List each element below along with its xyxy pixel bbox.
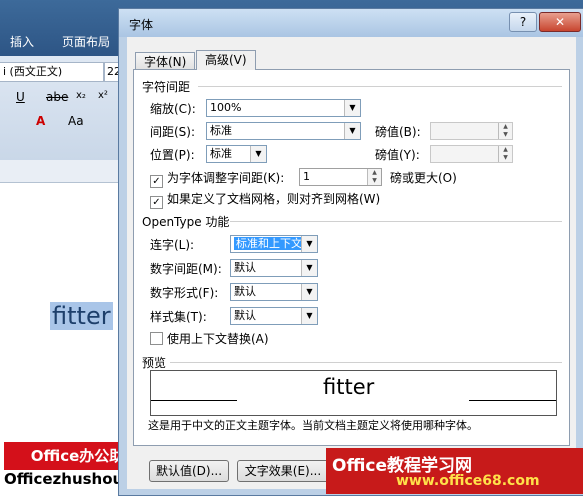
text-effects-button[interactable]: 文字效果(E)... [237,460,329,482]
section-character-spacing: 字符间距 [142,80,191,94]
kerning-spinner[interactable]: 1 ▲ ▼ [299,168,382,186]
ligatures-value: 标准和上下文 [234,237,304,250]
position-by-spinner[interactable]: ▲ ▼ [430,145,513,163]
position-by-label: 磅值(Y): [375,148,420,162]
preview-baseline-left [151,400,237,401]
spin-arrows-icon[interactable]: ▲ ▼ [498,123,512,139]
set-default-button[interactable]: 默认值(D)... [149,460,229,482]
close-button[interactable]: ✕ [539,12,581,32]
tab-font[interactable]: 字体(N) [135,52,196,70]
contextual-alternates-checkbox[interactable]: 使用上下文替换(A) [150,330,269,347]
watermark-url: www.office68.com [396,473,540,489]
position-label: 位置(P): [150,148,195,162]
divider [198,86,562,87]
watermark-banner: Office教程学习网 www.office68.com [326,448,583,494]
ribbon-tab-page-layout[interactable]: 页面布局 [62,33,110,50]
spacing-value: 标准 [210,124,232,137]
chevron-down-icon: ▼ [301,284,317,300]
stylistic-sets-label: 样式集(T): [150,310,207,324]
snap-to-grid-checkbox[interactable]: ✓ 如果定义了文档网格，则对齐到网格(W) [150,190,380,209]
help-button[interactable]: ? [509,12,537,32]
number-forms-value: 默认 [234,285,256,298]
contextual-alternates-label: 使用上下文替换(A) [167,332,269,346]
preview-sample: fitter [323,375,375,399]
stylistic-sets-combo[interactable]: 默认 ▼ [230,307,318,325]
spacing-combo[interactable]: 标准 ▼ [206,122,361,140]
section-preview: 预览 [142,356,167,370]
checkbox-icon[interactable] [150,332,163,345]
position-value: 标准 [210,147,232,160]
number-forms-combo[interactable]: 默认 ▼ [230,283,318,301]
checkmark-icon[interactable]: ✓ [150,196,163,209]
chevron-down-icon: ▼ [301,260,317,276]
number-spacing-label: 数字间距(M): [150,262,222,276]
stylistic-sets-value: 默认 [234,309,256,322]
chevron-down-icon: ▼ [301,308,317,324]
position-combo[interactable]: 标准 ▼ [206,145,267,163]
kerning-checkbox[interactable]: ✓ 为字体调整字间距(K): [150,169,284,188]
tab-advanced[interactable]: 高级(V) [196,50,256,70]
spacing-by-spinner[interactable]: ▲ ▼ [430,122,513,140]
dialog-client: 字体(N) 高级(V) 字符间距 缩放(C): 100% ▼ 间距(S): 标准… [127,37,576,489]
underline-button[interactable]: U [16,90,25,104]
dialog-title: 字体 [129,18,154,32]
number-spacing-combo[interactable]: 默认 ▼ [230,259,318,277]
font-name-box[interactable]: i (西文正文) [0,62,104,82]
preview-box: fitter [150,370,557,416]
section-opentype: OpenType 功能 [142,215,230,229]
scale-combo[interactable]: 100% ▼ [206,99,361,117]
ligatures-label: 连字(L): [150,238,195,252]
kerning-value: 1 [303,170,310,183]
divider [170,362,562,363]
spin-arrows-icon[interactable]: ▲ ▼ [498,146,512,162]
font-dialog: 字体 ? ✕ 字体(N) 高级(V) 字符间距 缩放(C): 100% ▼ 间距… [118,8,583,496]
ligatures-combo[interactable]: 标准和上下文 ▼ [230,235,318,253]
dialog-titlebar[interactable]: 字体 ? ✕ [119,9,583,37]
spin-arrows-icon[interactable]: ▲ ▼ [367,169,381,185]
chevron-down-icon: ▼ [344,123,360,139]
preview-description: 这是用于中文的正文主题字体。当前文档主题定义将使用哪种字体。 [148,419,478,432]
number-spacing-value: 默认 [234,261,256,274]
superscript-button[interactable]: x² [98,90,108,101]
divider [230,221,562,222]
spacing-label: 间距(S): [150,125,196,139]
kerning-suffix: 磅或更大(O) [390,171,457,185]
spacing-by-label: 磅值(B): [375,125,421,139]
chevron-down-icon: ▼ [301,236,317,252]
advanced-tab-pane: 字符间距 缩放(C): 100% ▼ 间距(S): 标准 ▼ 磅值(B): ▲ ▼… [133,69,570,446]
scale-label: 缩放(C): [150,102,196,116]
chevron-down-icon: ▼ [250,146,266,162]
kerning-label: 为字体调整字间距(K): [167,171,285,185]
ribbon-tab-insert[interactable]: 插入 [10,33,34,50]
scale-value: 100% [210,101,242,114]
snap-to-grid-label: 如果定义了文档网格，则对齐到网格(W) [167,192,381,206]
number-forms-label: 数字形式(F): [150,286,219,300]
checkmark-icon[interactable]: ✓ [150,175,163,188]
strikethrough-button[interactable]: abe [46,90,68,104]
subscript-button[interactable]: x₂ [76,90,86,101]
change-case-button[interactable]: Aa [68,114,84,128]
selected-document-text: fitter [50,302,113,330]
font-color-icon[interactable]: A [36,114,45,128]
preview-baseline-right [469,400,556,401]
chevron-down-icon: ▼ [344,100,360,116]
